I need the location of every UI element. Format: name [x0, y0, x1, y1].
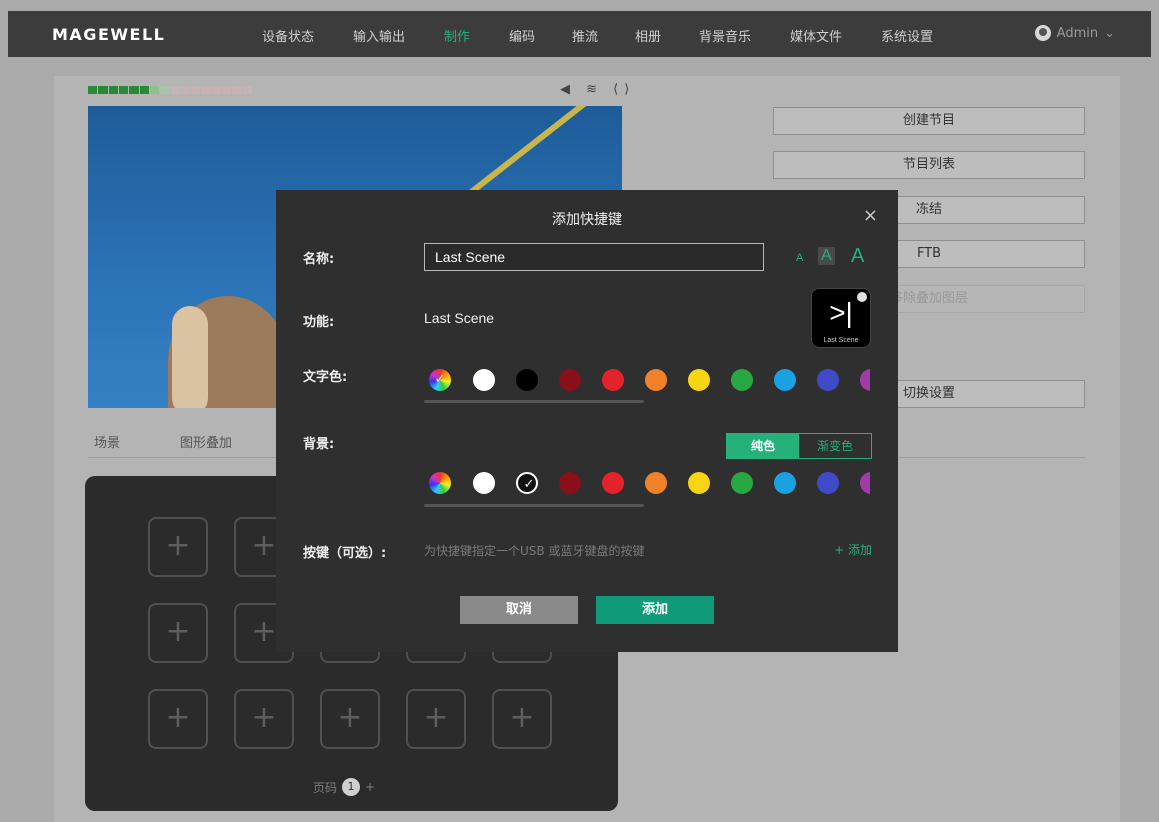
hotkey-slot[interactable]: + [234, 689, 294, 749]
nav-item-streaming[interactable]: 推流 [572, 26, 598, 45]
color-swatch-yellow[interactable] [688, 369, 710, 391]
bg-swatch-green[interactable] [731, 472, 753, 494]
bg-swatch-dark-red[interactable] [559, 472, 581, 494]
hotkey-slot[interactable]: + [492, 689, 552, 749]
tab-graphic-overlay[interactable]: 图形叠加 [180, 432, 232, 451]
add-key-link[interactable]: + 添加 [834, 541, 872, 558]
color-swatch-orange[interactable] [645, 369, 667, 391]
tab-scene[interactable]: 场景 [94, 432, 120, 451]
hotkey-slot[interactable]: + [406, 689, 466, 749]
nav-item-album[interactable]: 相册 [635, 26, 661, 45]
hotkey-preview: >| Last Scene [811, 288, 871, 348]
gradient-color-tab[interactable]: 渐变色 [799, 434, 871, 458]
chevron-down-icon: ⌄ [1104, 25, 1115, 41]
name-input[interactable] [424, 243, 764, 271]
font-size-medium-button[interactable]: A [818, 247, 835, 265]
hotkey-hint: 为快捷键指定一个USB 或蓝牙键盘的按键 [424, 544, 645, 558]
top-nav-bar: MAGEWELL 设备状态 输入输出 制作 编码 推流 相册 背景音乐 媒体文件… [8, 11, 1151, 57]
hotkey-label: 按键（可选）: [303, 546, 387, 561]
dialog-title: 添加快捷键 [552, 212, 622, 228]
nav-item-encoding[interactable]: 编码 [509, 26, 535, 45]
create-program-button[interactable]: 创建节目 [773, 107, 1085, 135]
solid-color-tab[interactable]: 纯色 [727, 434, 799, 458]
color-swatch-dark-red[interactable] [559, 369, 581, 391]
nav-item-input-output[interactable]: 输入输出 [353, 26, 405, 45]
hotkey-slot[interactable]: + [148, 517, 208, 577]
color-swatch-red[interactable] [602, 369, 624, 391]
bg-swatch-indigo[interactable] [817, 472, 839, 494]
page-number-badge[interactable]: 1 [342, 778, 361, 796]
color-swatch-purple[interactable] [860, 369, 870, 391]
color-swatch-indigo[interactable] [817, 369, 839, 391]
background-label: 背景: [303, 437, 335, 452]
preview-stripe [463, 106, 622, 200]
pad-pager: 页码 1 + [313, 778, 375, 796]
font-size-large-button[interactable]: A [851, 245, 864, 268]
background-mode-toggle: 纯色 渐变色 [726, 433, 872, 459]
program-list-button[interactable]: 节目列表 [773, 151, 1085, 179]
bg-swatch-yellow[interactable] [688, 472, 710, 494]
user-avatar-icon [1034, 25, 1051, 41]
text-color-scrollbar[interactable] [424, 400, 644, 403]
user-menu[interactable]: Admin ⌄ [1034, 25, 1115, 41]
color-swatch-blue[interactable] [774, 369, 796, 391]
nav-item-system-settings[interactable]: 系统设置 [881, 26, 933, 45]
nav-item-media-files[interactable]: 媒体文件 [790, 26, 842, 45]
custom-bg-color-picker-icon[interactable] [429, 472, 451, 494]
brand-logo: MAGEWELL [52, 25, 166, 44]
background-color-swatches [424, 470, 870, 496]
add-hotkey-dialog: 添加快捷键 × 名称: A A A 功能: Last Scene >| Last… [276, 190, 898, 652]
text-color-label: 文字色: [303, 370, 348, 385]
bg-swatch-orange[interactable] [645, 472, 667, 494]
color-swatch-black[interactable] [516, 369, 538, 391]
close-icon[interactable]: × [863, 205, 878, 226]
hotkey-preview-caption: Last Scene [823, 337, 859, 344]
hotkey-slot[interactable]: + [148, 603, 208, 663]
bg-swatch-blue[interactable] [774, 472, 796, 494]
function-label: 功能: [303, 315, 335, 330]
connection-status-icons: ◀ ≋ ⟨⟩ [560, 82, 636, 97]
font-size-small-button[interactable]: A [796, 252, 803, 264]
color-swatch-green[interactable] [731, 369, 753, 391]
nav-item-device-status[interactable]: 设备状态 [262, 26, 314, 45]
add-button[interactable]: 添加 [596, 596, 714, 624]
cancel-button[interactable]: 取消 [460, 596, 578, 624]
hotkey-slot[interactable]: + [148, 689, 208, 749]
bg-swatch-purple[interactable] [860, 472, 870, 494]
last-scene-icon: >| [829, 297, 853, 328]
hotkey-slot[interactable]: + [320, 689, 380, 749]
pager-label: 页码 [313, 780, 338, 795]
add-page-icon[interactable]: + [365, 780, 375, 794]
audio-level-meter [88, 86, 252, 94]
preview-hair [172, 306, 208, 408]
name-label: 名称: [303, 252, 335, 267]
function-value: Last Scene [424, 310, 495, 326]
background-color-scrollbar[interactable] [424, 504, 644, 507]
bg-swatch-black-selected[interactable] [516, 472, 540, 496]
nav-item-production[interactable]: 制作 [444, 26, 470, 45]
custom-color-picker-icon[interactable] [429, 369, 451, 391]
color-swatch-white[interactable] [473, 369, 495, 391]
bg-swatch-white[interactable] [473, 472, 495, 494]
user-name: Admin [1056, 25, 1099, 41]
bg-swatch-red[interactable] [602, 472, 624, 494]
nav-item-background-music[interactable]: 背景音乐 [699, 26, 751, 45]
text-color-swatches [424, 367, 870, 393]
